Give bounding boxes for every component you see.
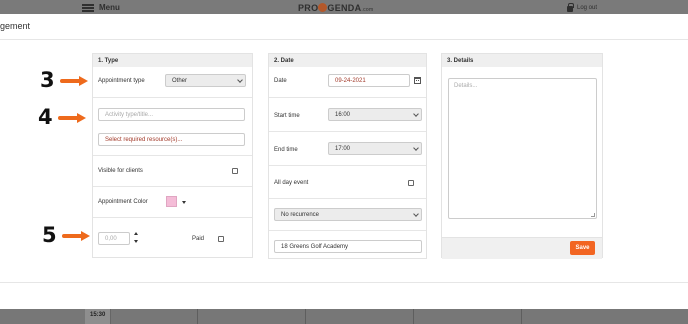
stepper-up-icon[interactable] [134,232,138,235]
date-panel: 2. Date Date 09-24-2021 Start time 16:00… [268,53,427,259]
chevron-down-icon [237,77,243,83]
color-swatch[interactable] [166,196,177,207]
appointment-type-select[interactable]: Other [165,74,246,87]
end-time-label: End time [274,147,298,153]
price-input[interactable]: 0,00 [98,232,130,245]
calendar-icon[interactable] [414,77,421,84]
start-time-label: Start time [274,113,300,119]
details-textarea[interactable]: Details... [448,78,597,219]
visible-row: Visible for clients [93,156,252,187]
modal-header-divider [0,39,688,40]
details-footer: Save [442,237,602,259]
time-slot-label: 15:30 [85,309,111,324]
type-panel: 1. Type Appointment type Other Activity … [92,53,253,258]
chevron-down-icon [413,145,419,151]
resize-grip-icon[interactable] [591,213,595,217]
save-button[interactable]: Save [570,241,595,255]
color-dropdown-icon[interactable] [182,201,186,204]
annotation-number: 4 [38,105,53,129]
activity-title-input[interactable]: Activity type/title... [98,108,245,121]
calendar-grid-line [521,309,522,324]
chevron-down-icon [413,111,419,117]
details-panel: 3. Details Details... Save [441,53,603,259]
modal-title: gement [0,21,31,31]
modal-footer-divider [0,282,688,283]
paid-checkbox[interactable] [218,236,224,242]
all-day-label: All day event [274,180,309,186]
arrow-right-icon [57,112,86,123]
stepper-down-icon[interactable] [134,240,138,243]
recurrence-row: No recurrence [269,199,426,231]
arrow-right-icon [59,75,88,86]
logout-label: Log out [577,5,598,11]
annotation-3: 3 [40,70,88,91]
type-panel-title: 1. Type [93,54,252,67]
activity-row: Activity type/title... Select required r… [93,98,252,156]
menu-button[interactable]: Menu [82,3,120,12]
arrow-right-icon [61,230,90,241]
calendar-grid-line [413,309,414,324]
visible-checkbox[interactable] [232,168,238,174]
all-day-checkbox[interactable] [408,180,414,186]
date-input[interactable]: 09-24-2021 [328,74,410,87]
calendar-grid-line [197,309,198,324]
start-time-row: Start time 16:00 [269,98,426,132]
details-panel-title: 3. Details [442,54,602,67]
end-time-row: End time 17:00 [269,132,426,166]
annotation-5: 5 [42,225,90,246]
annotation-4: 4 [38,107,86,128]
location-input[interactable]: 18 Greens Golf Academy [274,240,422,253]
location-row: 18 Greens Golf Academy [269,231,426,260]
hamburger-icon [82,3,94,12]
resources-select[interactable]: Select required resource(s)... [98,133,245,146]
start-time-select[interactable]: 16:00 [328,108,422,121]
date-row: Date 09-24-2021 [269,67,426,98]
price-stepper[interactable] [133,231,141,246]
annotation-number: 5 [42,223,57,247]
all-day-row: All day event [269,166,426,199]
price-row: 0,00 Paid [93,218,252,259]
color-row: Appointment Color [93,187,252,218]
date-label: Date [274,78,287,84]
visible-label: Visible for clients [98,168,143,174]
date-panel-title: 2. Date [269,54,426,67]
appointment-modal: gement 1. Type Appointment type Other Ac… [0,14,688,309]
lock-icon [567,3,574,12]
calendar-grid-line [305,309,306,324]
appointment-color-label: Appointment Color [98,199,148,205]
chevron-down-icon [413,211,419,217]
appointment-type-row: Appointment type Other [93,67,252,98]
end-time-select[interactable]: 17:00 [328,142,422,155]
app-logo: PRO GENDA.com [298,3,374,13]
recurrence-select[interactable]: No recurrence [274,208,422,221]
appointment-type-label: Appointment type [98,78,145,84]
annotation-number: 3 [40,68,55,92]
logout-button[interactable]: Log out [567,3,598,12]
paid-label: Paid [192,236,205,242]
menu-label: Menu [99,3,120,12]
